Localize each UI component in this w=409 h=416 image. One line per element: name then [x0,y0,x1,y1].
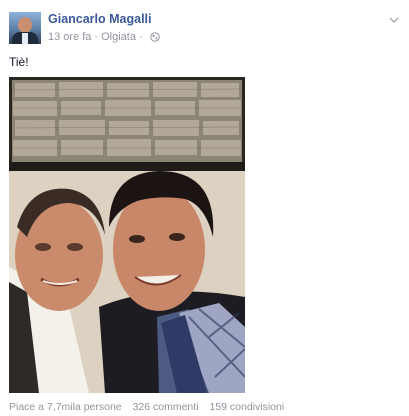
post-text: Tiè! [9,55,29,69]
comments-count[interactable]: 326 commenti [133,401,199,413]
post-stats: Piace a 7,7mila persone 326 commenti 159… [9,401,292,413]
avatar[interactable] [9,12,41,44]
author-name[interactable]: Giancarlo Magalli [48,12,152,26]
facebook-post: Giancarlo Magalli 13 ore fa · Olgiata · … [0,0,409,416]
shares-count[interactable]: 159 condivisioni [209,401,284,413]
post-meta: 13 ore fa · Olgiata · [48,31,160,43]
globe-icon[interactable] [149,32,160,42]
chevron-down-icon[interactable] [388,12,400,24]
location[interactable]: Olgiata [101,31,136,43]
likes-count[interactable]: Piace a 7,7mila persone [9,401,122,413]
post-photo[interactable] [9,77,245,393]
timestamp[interactable]: 13 ore fa [48,31,91,43]
separator: · [94,31,99,43]
separator-2: · [138,31,143,43]
